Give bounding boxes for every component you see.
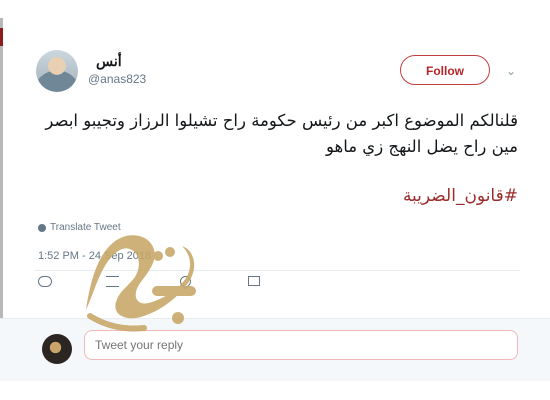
follow-button[interactable]: Follow bbox=[400, 55, 490, 85]
watermark-logo bbox=[86, 235, 196, 332]
reply-avatar bbox=[42, 334, 72, 364]
message-icon[interactable] bbox=[248, 276, 264, 292]
chevron-down-icon[interactable]: ⌄ bbox=[506, 64, 518, 78]
hashtag-link[interactable]: #قانون_الضريبة bbox=[40, 186, 518, 206]
avatar[interactable] bbox=[36, 50, 78, 92]
user-handle[interactable]: @anas823 bbox=[88, 72, 146, 86]
display-name[interactable]: أنس bbox=[96, 53, 122, 70]
globe-icon bbox=[38, 223, 46, 232]
reply-icon[interactable] bbox=[38, 276, 54, 292]
tweet-text: قلنالكم الموضوع اكبر من رئيس حكومة راح ت… bbox=[45, 111, 518, 156]
